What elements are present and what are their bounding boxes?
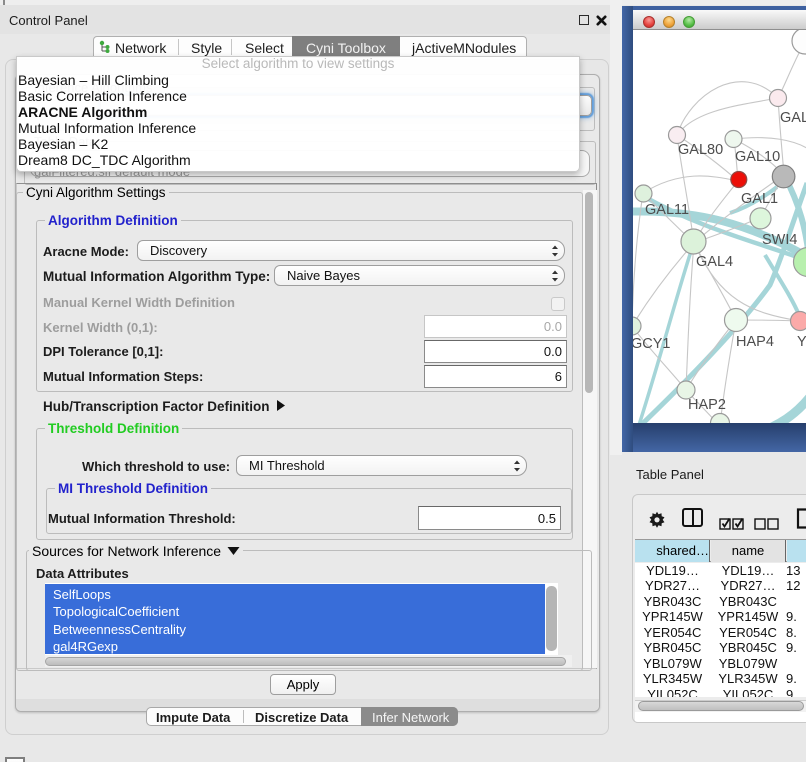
svg-text:GCY1: GCY1 [633,336,671,352]
svg-text:GAL1: GAL1 [741,191,778,207]
svg-text:GAL: GAL [780,110,806,126]
svg-text:GAL11: GAL11 [645,202,689,218]
svg-text:HAP4: HAP4 [736,334,774,350]
svg-text:GAL4: GAL4 [696,254,733,270]
svg-text:Y: Y [797,334,806,350]
svg-text:GAL10: GAL10 [735,149,780,165]
svg-text:GAL80: GAL80 [678,142,723,158]
svg-text:HAP2: HAP2 [688,397,726,413]
svg-text:SWI4: SWI4 [762,232,797,248]
